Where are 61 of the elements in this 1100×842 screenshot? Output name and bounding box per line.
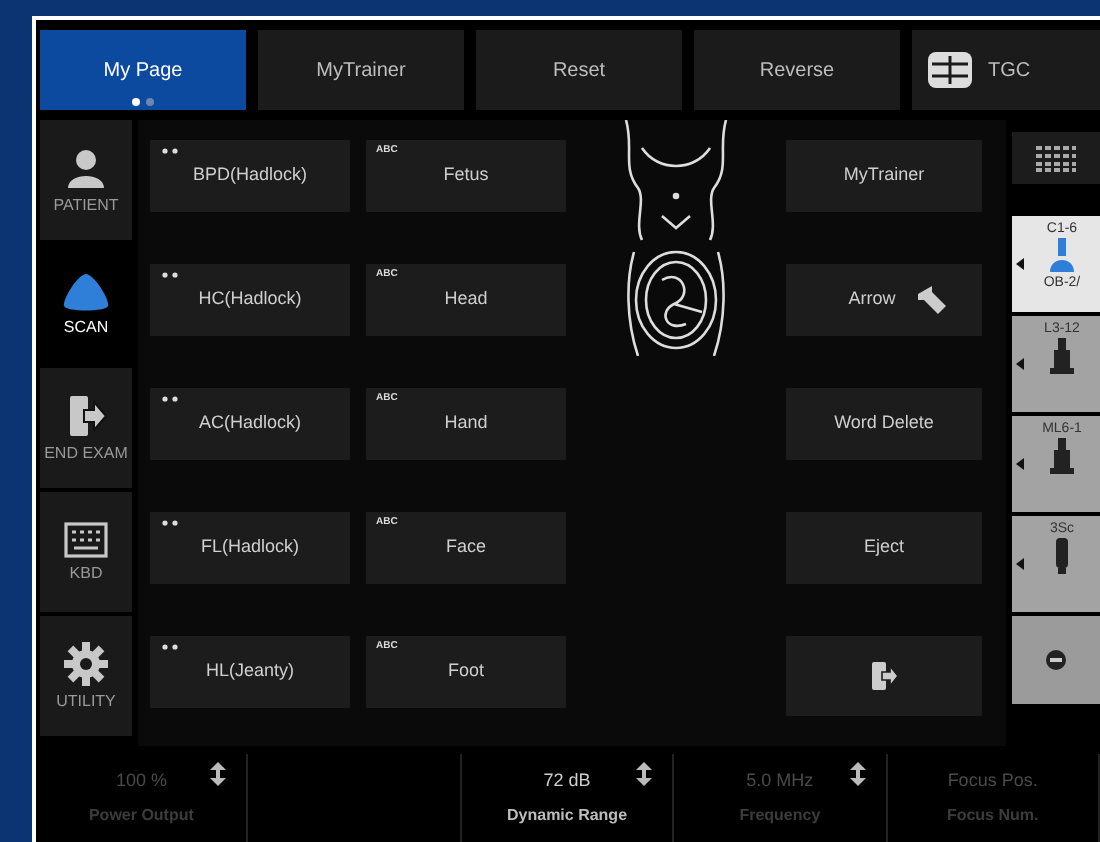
annotation-label: Hand	[444, 410, 488, 437]
grid-icon	[1034, 144, 1078, 172]
top-tab[interactable]: My Page	[40, 30, 246, 110]
parameter-control[interactable]: 72 dB Dynamic Range	[461, 754, 675, 842]
parameter-value: 72 dB	[543, 768, 591, 795]
up-down-arrow-icon	[849, 762, 866, 786]
top-tab[interactable]: Reverse	[694, 30, 900, 110]
exit-door-icon	[66, 393, 106, 437]
exit-button[interactable]	[786, 636, 982, 716]
person-icon	[64, 145, 108, 189]
sidebar-tab[interactable]: PATIENT	[40, 120, 132, 240]
parameter-label: Power Output	[88, 803, 194, 828]
parameter-value: 100 %	[115, 768, 167, 795]
up-down-arrow-icon	[210, 762, 227, 786]
keyboard-grid-button[interactable]	[1012, 132, 1100, 184]
probe-icon	[1048, 238, 1076, 274]
parameter-label: Frequency	[739, 803, 821, 828]
measurement-button[interactable]: HC(Hadlock)	[150, 264, 350, 336]
arrow-button[interactable]: Arrow	[786, 264, 982, 336]
measure-dots-icon	[162, 520, 178, 526]
parameter-value: Focus Pos.	[947, 768, 1038, 795]
probe-icon	[1050, 338, 1074, 374]
sidebar-tab[interactable]: KBD	[40, 492, 132, 612]
pointer-arrow-icon	[915, 284, 948, 316]
annotation-label: Foot	[447, 658, 484, 685]
annotation-label: Head	[444, 286, 488, 313]
up-down-arrow-icon	[636, 762, 653, 786]
top-tab[interactable]: MyTrainer	[258, 30, 464, 110]
sliders-grid-icon	[928, 52, 972, 88]
left-caret-icon	[1016, 358, 1024, 370]
action-button[interactable]: MyTrainer	[786, 140, 982, 212]
keyboard-icon	[64, 521, 108, 557]
action-button[interactable]: Word Delete	[786, 388, 982, 460]
left-caret-icon	[1016, 558, 1024, 570]
parameter-label: Dynamic Range	[507, 803, 628, 828]
probe-icon	[1050, 438, 1074, 474]
parameter-label: Focus Num.	[946, 803, 1039, 828]
left-caret-icon	[1016, 258, 1024, 270]
measurement-button[interactable]: BPD(Hadlock)	[150, 140, 350, 212]
minus-circle-icon	[1046, 650, 1066, 670]
remove-probe-button[interactable]	[1012, 616, 1100, 704]
measure-dots-icon	[162, 148, 178, 154]
tgc-button[interactable]: TGC	[912, 30, 1100, 110]
measurement-button[interactable]: HL(Jeanty)	[150, 636, 350, 708]
top-tab[interactable]: Reset	[476, 30, 682, 110]
exit-door-icon	[870, 660, 898, 692]
sidebar-tab[interactable]: UTILITY	[40, 616, 132, 736]
measure-dots-icon	[162, 272, 178, 278]
annotation-label: Fetus	[443, 162, 489, 189]
action-button[interactable]: Eject	[786, 512, 982, 584]
left-caret-icon	[1016, 458, 1024, 470]
measurement-button[interactable]: FL(Hadlock)	[150, 512, 350, 584]
annotation-label: Face	[445, 534, 486, 561]
probe-icon	[1054, 538, 1070, 574]
measure-dots-icon	[162, 644, 178, 650]
parameter-value: 5.0 MHz	[746, 768, 814, 795]
settings-icon	[64, 641, 108, 685]
measurement-button[interactable]: AC(Hadlock)	[150, 388, 350, 460]
sidebar-tab[interactable]: END EXAM	[40, 368, 132, 488]
probe-shape-icon	[60, 271, 112, 311]
measure-dots-icon	[162, 396, 178, 402]
